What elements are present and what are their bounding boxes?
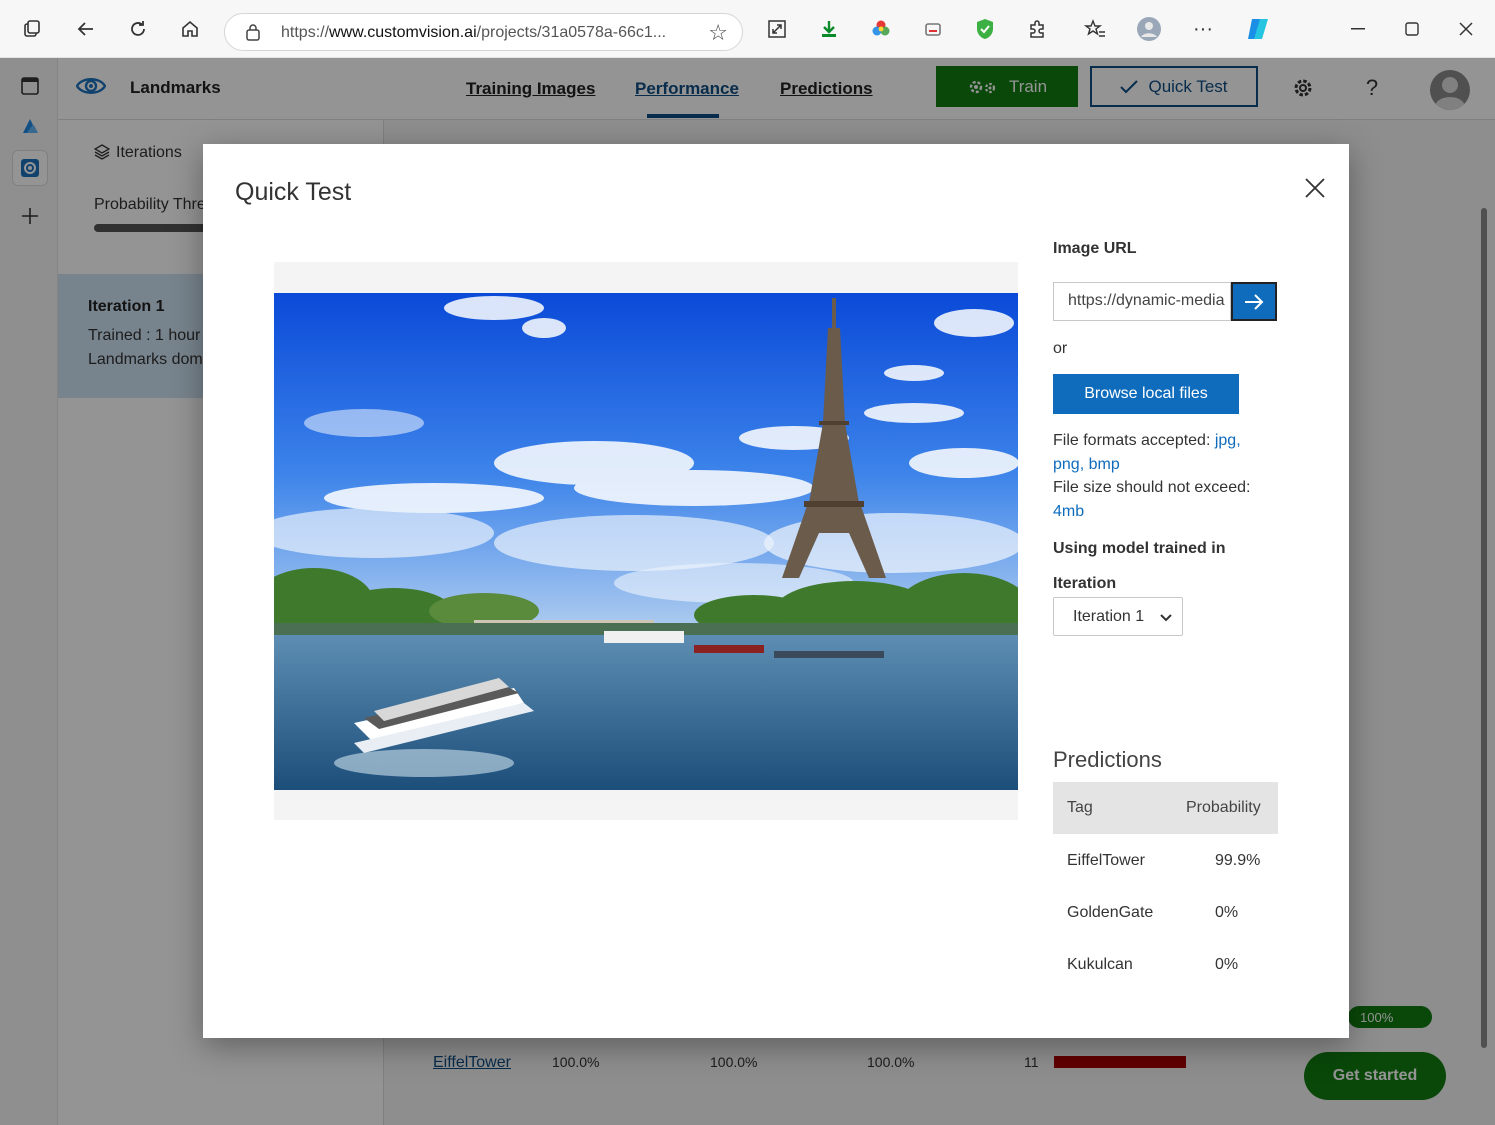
predictions-table: Tag Probability EiffelTower 99.9% Golden…: [1053, 782, 1278, 990]
image-url-input[interactable]: https://dynamic-media: [1053, 282, 1231, 321]
table-row: EiffelTower 99.9%: [1053, 834, 1278, 886]
table-row: Kukulcan 0%: [1053, 938, 1278, 990]
prediction-probability: 0%: [1215, 904, 1239, 921]
predictions-title: Predictions: [1053, 747, 1162, 772]
download-extension-icon[interactable]: [814, 14, 844, 44]
test-image-eiffel-tower: [274, 293, 1018, 790]
column-header-tag: Tag: [1067, 799, 1093, 816]
favorite-star-icon[interactable]: ☆: [708, 20, 728, 46]
url-text: https://www.customvision.ai/projects/31a…: [281, 24, 667, 41]
minimize-icon[interactable]: [1343, 14, 1373, 44]
back-icon[interactable]: [71, 14, 101, 44]
file-formats-info: File formats accepted: jpg, png, bmp Fil…: [1053, 429, 1303, 523]
prediction-tag: EiffelTower: [1067, 852, 1145, 869]
test-image-frame: [274, 262, 1018, 820]
prediction-probability: 99.9%: [1215, 852, 1261, 869]
prediction-probability: 0%: [1215, 956, 1239, 973]
image-url-label: Image URL: [1053, 240, 1137, 257]
home-icon[interactable]: [175, 14, 205, 44]
iteration-select[interactable]: Iteration 1: [1053, 597, 1183, 636]
file-size-label: File size should not exceed:: [1053, 479, 1251, 496]
more-menu-icon[interactable]: ···: [1188, 14, 1218, 44]
color-wheel-extension-icon[interactable]: [866, 14, 896, 44]
tab-actions-icon[interactable]: [17, 14, 47, 44]
quick-test-controls: Image URL https://dynamic-media or Brows…: [1053, 144, 1313, 1038]
prediction-tag: Kukulcan: [1067, 956, 1133, 973]
refresh-icon[interactable]: [123, 14, 153, 44]
predictions-table-header: Tag Probability: [1053, 782, 1278, 834]
address-bar[interactable]: https://www.customvision.ai/projects/31a…: [224, 13, 743, 51]
expand-icon[interactable]: [762, 14, 792, 44]
chevron-down-icon: [1160, 610, 1172, 628]
format-jpg: jpg,: [1214, 432, 1241, 449]
model-label: Using model trained in: [1053, 540, 1226, 557]
column-header-probability: Probability: [1186, 799, 1261, 816]
submit-url-button[interactable]: [1231, 282, 1277, 321]
format-png: png,: [1053, 455, 1085, 473]
lock-icon: [245, 23, 261, 46]
extensions-puzzle-icon[interactable]: [1022, 14, 1052, 44]
favorites-icon[interactable]: [1080, 14, 1110, 44]
prediction-tag: GoldenGate: [1067, 904, 1154, 921]
iteration-label: Iteration: [1053, 575, 1117, 592]
profile-icon[interactable]: [1134, 14, 1164, 44]
copilot-icon[interactable]: [1243, 14, 1273, 44]
shield-extension-icon[interactable]: [970, 14, 1000, 44]
format-bmp: bmp: [1088, 455, 1120, 473]
collections-extension-icon[interactable]: [918, 14, 948, 44]
or-label: or: [1053, 340, 1068, 357]
table-row: GoldenGate 0%: [1053, 886, 1278, 938]
browse-local-files-button[interactable]: Browse local files: [1053, 374, 1239, 414]
dialog-title: Quick Test: [235, 178, 352, 206]
quick-test-dialog: Quick Test Image URL https://dynamic-med…: [203, 144, 1349, 1038]
maximize-icon[interactable]: [1397, 14, 1427, 44]
iteration-select-value: Iteration 1: [1073, 607, 1145, 625]
browser-toolbar: https://www.customvision.ai/projects/31a…: [0, 0, 1495, 58]
file-formats-label: File formats accepted:: [1053, 432, 1215, 449]
arrow-right-icon: [1245, 293, 1264, 310]
file-size-value: 4mb: [1053, 502, 1085, 520]
window-close-icon[interactable]: [1451, 14, 1481, 44]
